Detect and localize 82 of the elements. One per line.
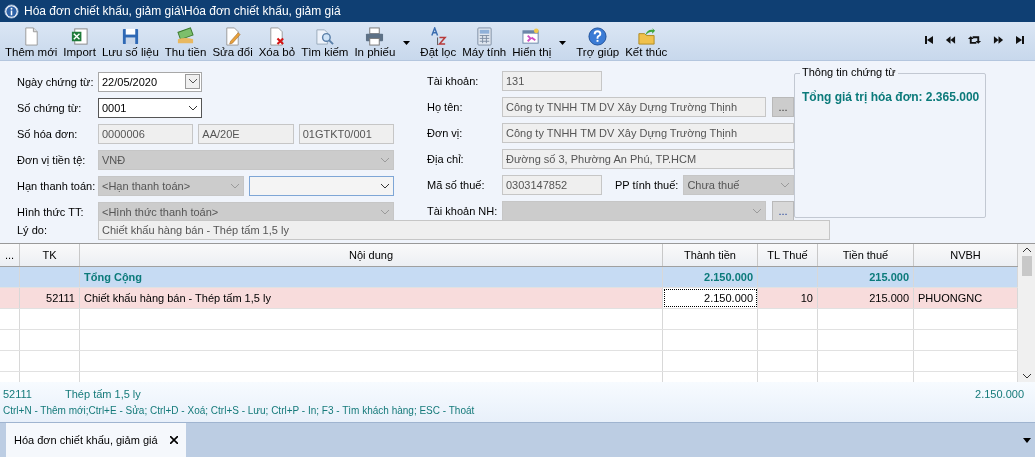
caret-icon[interactable] — [403, 40, 411, 45]
help-icon — [588, 27, 608, 46]
table-cell: 52111 — [20, 288, 80, 308]
toolbar-button[interactable]: Tìm kiếm — [298, 27, 352, 58]
shortcut-hints: Ctrl+N - Thêm mới;Ctrl+E - Sửa; Ctrl+D - Xoá; Ctrl+S - Lưu; Ctrl+P - In; F3 - Tìm khách hàng; ESC - Thoát — [3, 405, 476, 416]
toolbar-button[interactable]: Import — [60, 27, 99, 58]
field-label: Số chứng từ: — [17, 101, 83, 114]
table-row[interactable]: 52111 Chiết khấu hàng bán - Thép tấm 1,5 ly 2.150.000 10 215.000 PHUONGNC — [0, 288, 1018, 309]
exit-icon — [636, 27, 656, 46]
status-account: 52111 — [3, 388, 33, 400]
status-amount: 2.150.000 — [975, 388, 1024, 400]
toolbar-button[interactable]: Xóa bỏ — [255, 27, 299, 58]
browse-button[interactable]: ... — [772, 200, 794, 221]
toolbar-button[interactable]: Sửa đổi — [209, 27, 256, 58]
previous-record-icon[interactable] — [945, 35, 956, 45]
chevron-icon[interactable] — [188, 104, 198, 111]
first-record-icon[interactable] — [924, 35, 934, 45]
toolbar-button[interactable]: Kết thúc — [622, 27, 671, 58]
scroll-down-icon[interactable] — [1022, 374, 1031, 379]
field-label: Đơn vị tiền tệ: — [17, 153, 87, 166]
money-icon — [176, 27, 196, 46]
field-label: Mã số thuế: — [427, 178, 486, 191]
info-icon — [4, 3, 19, 19]
toolbar-button[interactable]: Thu tiền — [161, 27, 210, 58]
field-label: Đơn vị: — [427, 126, 464, 139]
field-label: Hình thức TT: — [17, 205, 85, 218]
field-label: Hạn thanh toán: — [17, 179, 93, 192]
sort-icon — [428, 27, 448, 46]
dropdown-field[interactable] — [248, 175, 394, 196]
field-label: Họ tên: — [427, 100, 464, 113]
date-field[interactable]: 22/05/2020 — [98, 71, 202, 92]
field-label: Lý do: — [17, 223, 48, 236]
table-cell: 215.000 — [818, 288, 914, 308]
table-cell: Tổng Cộng — [80, 267, 663, 287]
table-cell: 2.150.000 — [663, 288, 758, 308]
last-record-icon[interactable] — [1015, 35, 1025, 45]
chevron-icon[interactable] — [380, 182, 390, 189]
scrollbar[interactable] — [1018, 244, 1035, 382]
refresh-icon[interactable] — [967, 35, 982, 45]
column-header[interactable]: TK — [20, 244, 80, 266]
caret-icon[interactable] — [559, 40, 567, 45]
column-header[interactable]: TL Thuế — [758, 244, 818, 266]
close-icon[interactable] — [169, 436, 178, 444]
field-label: Tài khoản NH: — [427, 204, 497, 217]
invoice-total: Tổng giá trị hóa đơn: 2.365.000 — [802, 90, 979, 104]
field-label: PP tính thuế: — [615, 178, 679, 191]
dropdown-field[interactable]: 0001 — [98, 97, 202, 118]
edit-icon — [223, 27, 243, 46]
printer-icon — [365, 27, 385, 46]
table-cell: 10 — [758, 288, 818, 308]
field-label: Tài khoản: — [427, 74, 480, 87]
calculator-icon — [474, 27, 494, 46]
search-icon — [315, 27, 335, 46]
next-record-icon[interactable] — [993, 35, 1004, 45]
toolbar-button[interactable]: Lưu số liệu — [98, 27, 162, 58]
caret-icon[interactable] — [1023, 437, 1031, 443]
field-label: Ngày chứng từ: — [17, 75, 93, 88]
window-title: Hóa đơn chiết khấu, giảm giá\Hóa đơn chiết khấu, giảm giá — [24, 4, 341, 18]
column-header[interactable]: Nội dung — [80, 244, 663, 266]
total-row[interactable]: Tổng Cộng 2.150.000 215.000 — [0, 267, 1018, 288]
column-header[interactable]: ... — [0, 244, 20, 266]
spreadsheet-icon — [70, 27, 90, 46]
chevron-icon[interactable] — [188, 79, 197, 84]
status-item-name: Thép tấm 1,5 ly — [65, 388, 142, 400]
document-tab[interactable]: Hóa đơn chiết khấu, giảm giá — [6, 423, 186, 457]
table-cell: 2.150.000 — [663, 267, 758, 287]
display-icon — [522, 27, 542, 46]
panel-title: Thông tin chứng từ — [800, 66, 898, 78]
column-header[interactable]: Thành tiền — [663, 244, 758, 266]
field-label: Địa chỉ: — [427, 152, 465, 165]
table-cell: 215.000 — [818, 267, 914, 287]
scroll-up-icon[interactable] — [1022, 247, 1031, 252]
toolbar-button[interactable]: Máy tính — [459, 27, 510, 58]
toolbar-button[interactable]: Thêm mới — [2, 27, 61, 58]
toolbar-button[interactable]: In phiếu — [351, 27, 418, 58]
scrollbar-thumb[interactable] — [1021, 256, 1032, 276]
toolbar-button[interactable]: Trợ giúp — [573, 27, 623, 58]
column-header[interactable]: Tiền thuế — [818, 244, 914, 266]
field-label: Số hóa đơn: — [17, 127, 79, 140]
toolbar-button[interactable]: Đặt lọc — [417, 27, 460, 58]
delete-document-icon — [267, 27, 287, 46]
toolbar-button[interactable]: Hiển thị — [509, 27, 574, 58]
